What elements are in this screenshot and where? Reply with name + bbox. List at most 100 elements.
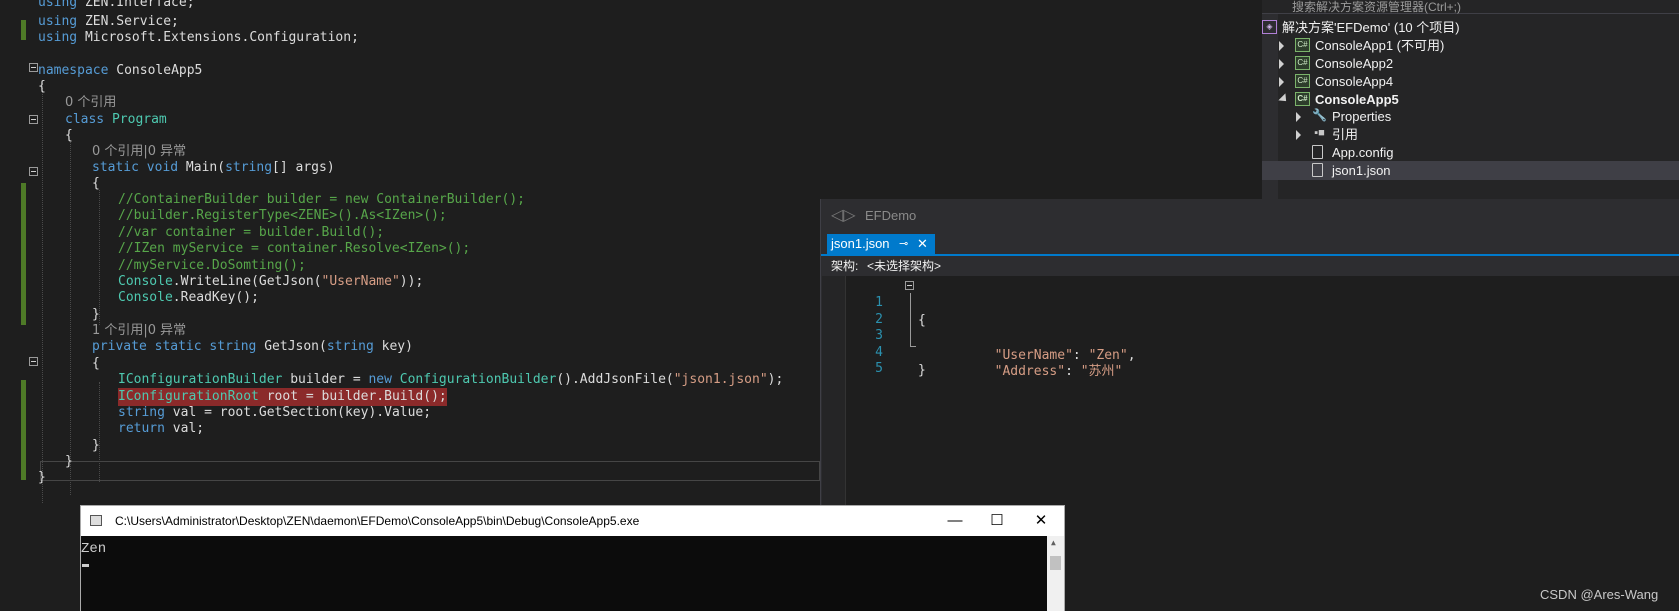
tab-label: json1.json — [831, 236, 890, 251]
tree-item[interactable]: App.config — [1262, 143, 1679, 162]
code-line: //builder.RegisterType<ZENE>().As<IZen>(… — [0, 207, 820, 225]
solution-search-input[interactable]: 搜索解决方案资源管理器(Ctrl+;) — [1262, 0, 1679, 14]
code-token: } — [65, 454, 73, 469]
json-fold-guide — [910, 293, 916, 347]
json-key: "Address" — [994, 364, 1066, 379]
tree-item-label: 引用 — [1332, 127, 1359, 142]
code-text: IConfigurationBuilder builder = new Conf… — [118, 371, 783, 389]
code-text: return val; — [118, 420, 204, 438]
window-title: EFDemo — [865, 208, 917, 223]
console-window: C:\Users\Administrator\Desktop\ZEN\daemo… — [80, 505, 1065, 611]
code-line: using Microsoft.Extensions.Configuration… — [0, 29, 820, 47]
collapse-arrow-icon[interactable] — [1278, 93, 1290, 105]
floating-window-titlebar[interactable]: ◁▷ EFDemo — [821, 199, 1679, 234]
scroll-thumb[interactable] — [1050, 556, 1061, 570]
code-token: ConsoleApp5 — [108, 63, 203, 78]
code-token: string — [118, 405, 165, 420]
code-token: ConfigurationBuilder — [399, 372, 557, 387]
code-token: Program — [111, 112, 167, 127]
fold-toggle-getjson[interactable] — [29, 357, 38, 366]
code-token: string — [225, 160, 273, 175]
code-token: return — [118, 421, 165, 436]
scroll-up-icon[interactable]: ▲ — [1051, 538, 1056, 547]
expand-arrow-icon[interactable] — [1279, 41, 1284, 51]
schema-select[interactable]: <未选择架构> — [867, 256, 941, 276]
fold-toggle-main[interactable] — [29, 167, 38, 176]
json-file-icon — [1312, 163, 1323, 177]
code-token: val = root.GetSection(key).Value; — [164, 405, 432, 420]
console-titlebar[interactable]: C:\Users\Administrator\Desktop\ZEN\daemo… — [81, 506, 1064, 536]
csharp-project-icon: C# — [1295, 74, 1310, 88]
expand-arrow-icon[interactable] — [1296, 130, 1301, 140]
code-token: 1 个引用|0 异常 — [92, 323, 187, 338]
tab-json1-json[interactable]: json1.json ⊸ ✕ — [827, 234, 935, 254]
code-token: ZEN.Interface; — [77, 0, 195, 10]
code-line: using ZEN.Interface; — [0, 0, 820, 12]
code-line: 0 个引用 — [0, 94, 820, 112]
code-token: IConfigurationBuilder — [118, 372, 283, 387]
fold-toggle-namespace[interactable] — [29, 63, 38, 72]
tree-item[interactable]: C# ConsoleApp1 (不可用) — [1262, 36, 1679, 55]
minimize-button[interactable]: — — [945, 511, 965, 531]
code-line: return val; — [0, 420, 820, 438]
code-line: //IZen myService = container.Resolve<IZe… — [0, 240, 820, 258]
tree-item[interactable]: ◈ 解决方案'EFDemo' (10 个项目) — [1262, 18, 1679, 37]
csharp-project-icon: C# — [1295, 56, 1310, 70]
expand-arrow-icon[interactable] — [1296, 112, 1301, 122]
console-output-area[interactable]: Zen — [81, 536, 1047, 611]
code-token: builder = — [282, 372, 369, 387]
code-line: Console.ReadKey(); — [0, 289, 820, 307]
code-token: )); — [399, 274, 424, 289]
code-token: static — [92, 160, 139, 175]
console-output-text: Zen — [81, 541, 107, 557]
code-token: ZEN.Service; — [77, 14, 179, 29]
code-token: "json1.json" — [673, 372, 768, 387]
code-token: ); — [767, 372, 784, 387]
tree-item[interactable]: 🔧 Properties — [1262, 107, 1679, 126]
code-text: //builder.RegisterType<ZENE>().As<IZen>(… — [118, 207, 447, 225]
json-fold-toggle[interactable] — [905, 281, 914, 290]
code-token: { — [65, 128, 73, 143]
code-token: IConfigurationRoot — [118, 389, 259, 404]
fold-toggle-class[interactable] — [29, 115, 38, 124]
maximize-button[interactable]: ☐ — [987, 511, 1007, 531]
code-text: using Microsoft.Extensions.Configuration… — [38, 29, 359, 47]
code-token: key) — [373, 339, 413, 354]
console-scrollbar[interactable]: ▲ — [1047, 536, 1064, 611]
code-token: Console — [118, 274, 173, 289]
watermark: CSDN @Ares-Wang — [1540, 587, 1659, 602]
expand-arrow-icon[interactable] — [1279, 77, 1284, 87]
close-tab-icon[interactable]: ✕ — [917, 234, 928, 254]
code-token: string — [209, 339, 257, 354]
code-token: } — [38, 470, 46, 485]
code-token: .WriteLine(GetJson( — [172, 274, 322, 289]
code-token: val; — [164, 421, 205, 436]
code-token: "UserName" — [321, 274, 400, 289]
tree-item-label: ConsoleApp2 — [1315, 56, 1394, 71]
json-line: 1 { — [822, 276, 1222, 328]
code-token: //myService.DoSomting(); — [118, 258, 306, 273]
code-token: class — [65, 112, 105, 127]
code-token: root = builder.Build(); — [258, 389, 447, 404]
code-line: } — [0, 469, 820, 487]
json-line: 5 — [822, 342, 1222, 376]
console-app-icon — [90, 515, 102, 526]
code-token: 0 个引用 — [65, 95, 117, 110]
expand-arrow-icon[interactable] — [1279, 59, 1284, 69]
tree-item[interactable]: ▪■ 引用 — [1262, 125, 1679, 144]
line-number: 5 — [875, 361, 883, 376]
code-token: { — [38, 79, 46, 94]
tree-item[interactable]: json1.json — [1262, 161, 1679, 180]
close-button[interactable]: ✕ — [1031, 511, 1051, 531]
code-token: //var container = builder.Build(); — [118, 225, 385, 240]
pin-icon[interactable]: ⊸ — [899, 234, 908, 254]
tree-item-label: 解决方案'EFDemo' (10 个项目) — [1282, 20, 1460, 35]
tree-item[interactable]: C# ConsoleApp2 — [1262, 54, 1679, 73]
console-title: C:\Users\Administrator\Desktop\ZEN\daemo… — [115, 514, 640, 528]
schema-bar: 架构: <未选择架构> — [821, 256, 1679, 276]
code-text: using ZEN.Interface; — [38, 0, 195, 12]
tree-item[interactable]: C# ConsoleApp4 — [1262, 72, 1679, 91]
code-token: 0 个引用|0 异常 — [92, 144, 187, 159]
